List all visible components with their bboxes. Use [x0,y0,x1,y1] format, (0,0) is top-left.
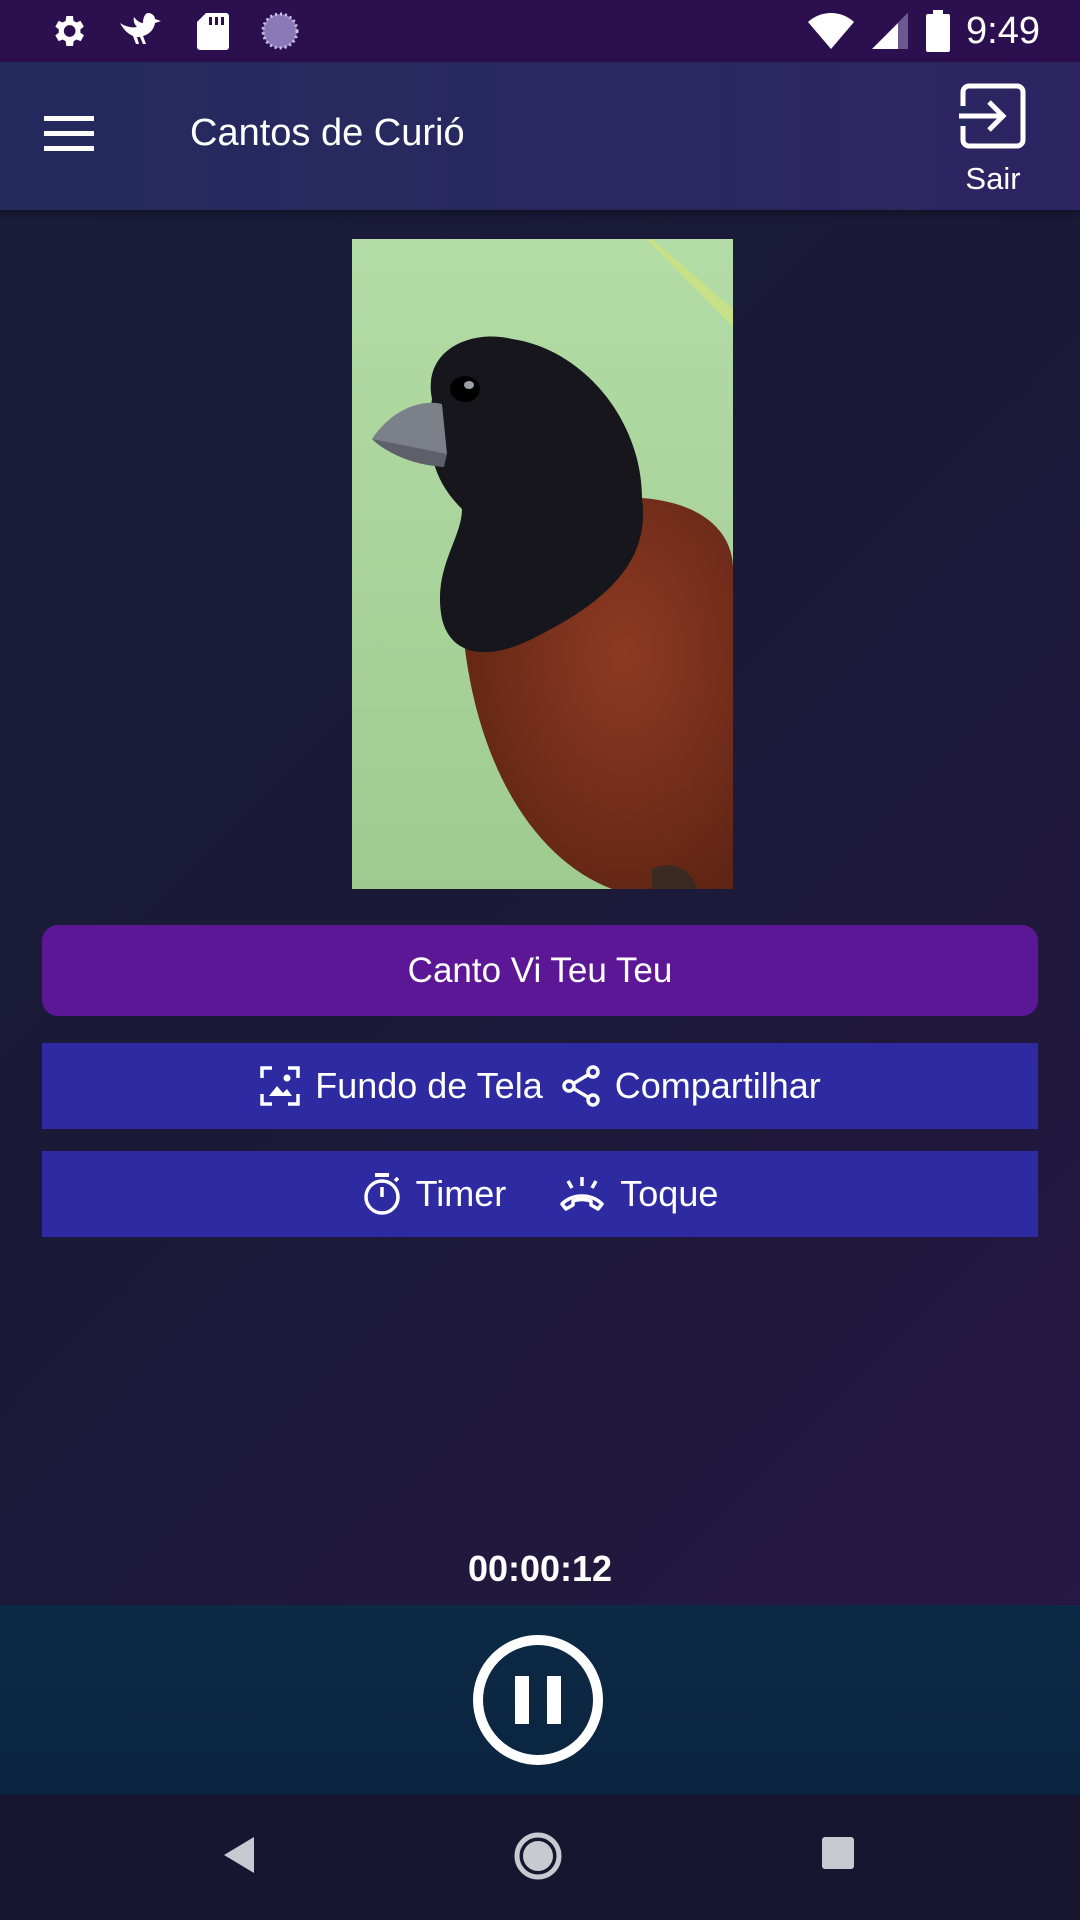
wallpaper-label: Fundo de Tela [315,1065,543,1106]
ringtone-button[interactable]: Toque [558,1173,718,1215]
bird-icon [120,13,161,44]
gear-icon [55,16,84,46]
curio-bird-picture [352,239,733,889]
bird-image [352,239,733,889]
wallpaper-button[interactable]: Fundo de Tela [259,1065,543,1107]
share-label: Compartilhar [614,1065,821,1106]
recents-icon [822,1837,854,1869]
back-icon [224,1837,254,1873]
exit-button[interactable]: Sair [950,82,1036,202]
sd-card-icon [197,13,229,50]
status-right-icons: 9:49 [808,10,1040,53]
menu-button[interactable] [44,114,98,154]
player-bar [0,1605,1080,1795]
pause-button[interactable] [472,1634,604,1766]
stopwatch-icon [363,1173,400,1215]
action-bar-wallpaper-share: Fundo de Tela Compartilhar [42,1043,1038,1129]
signal-icon [872,13,909,49]
share-icon [561,1065,600,1107]
status-time: 9:49 [966,9,1040,52]
status-bar: 9:49 [0,0,1080,62]
page-title: Cantos de Curió [190,112,465,154]
battery-icon [926,10,951,52]
app-bar: Cantos de Curió Sair [0,62,1080,210]
home-icon [514,1832,562,1880]
recents-button[interactable] [820,1835,856,1876]
exit-label: Sair [965,161,1021,196]
pause-icon [473,1635,603,1765]
loading-icon [261,12,299,50]
timer-button[interactable]: Timer [362,1172,507,1216]
home-button[interactable] [513,1831,563,1886]
status-left-icons [48,9,300,53]
action-bar-timer-ringtone: Timer Toque [42,1151,1038,1237]
menu-icon [44,116,94,151]
exit-icon [959,83,1026,149]
wifi-icon [808,13,855,49]
song-title-button[interactable]: Canto Vi Teu Teu [42,925,1038,1016]
ringtone-label: Toque [620,1173,719,1214]
timer-label: Timer [415,1173,507,1214]
elapsed-time: 00:00:12 [467,1548,613,1589]
back-button[interactable] [222,1835,256,1880]
system-nav-bar [0,1795,1080,1920]
ringtone-icon [560,1177,605,1211]
share-button[interactable]: Compartilhar [561,1065,821,1107]
wallpaper-icon [260,1066,300,1106]
